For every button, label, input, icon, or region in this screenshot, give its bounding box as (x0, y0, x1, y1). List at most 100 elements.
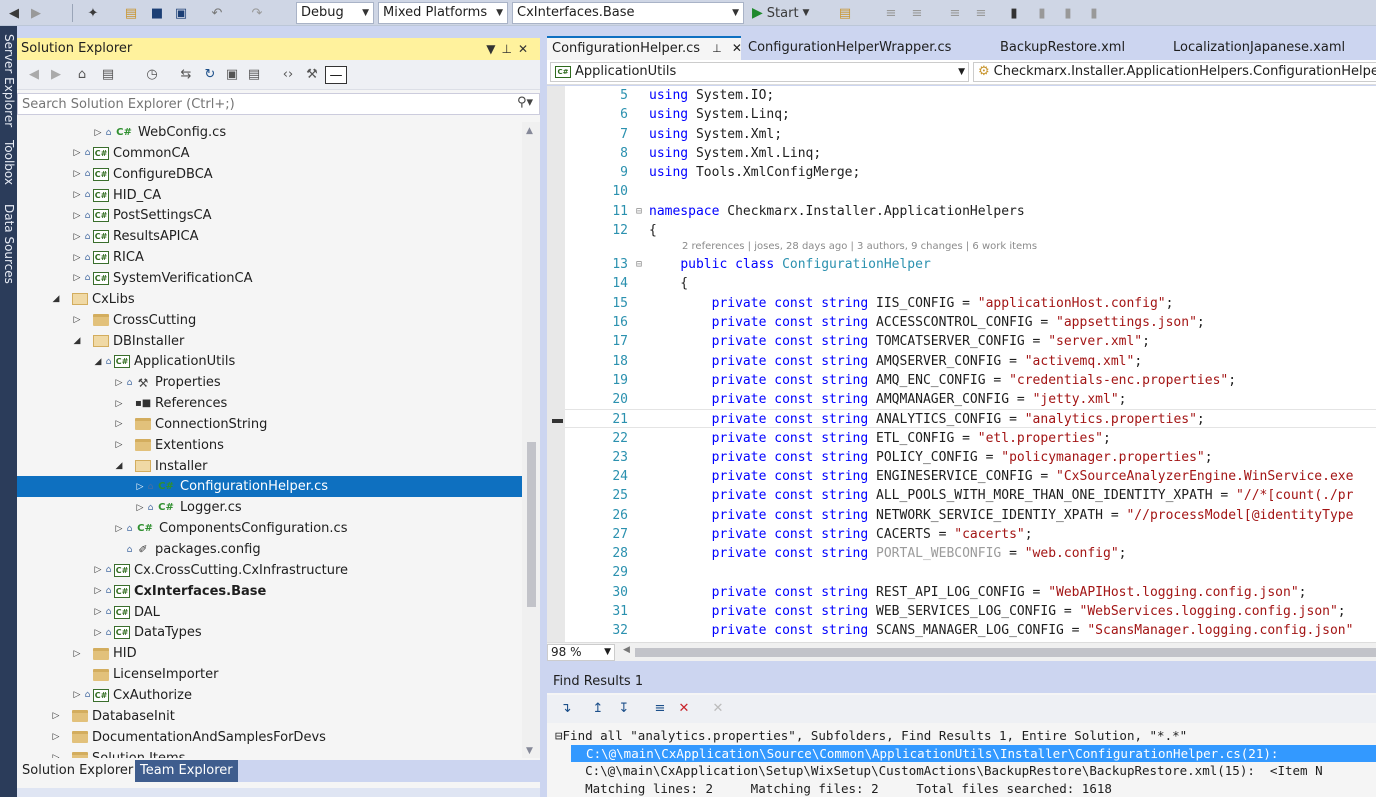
collapse-region-icon[interactable]: ⊟ (636, 255, 646, 274)
tree-item[interactable]: ▷ Solution Items (17, 748, 522, 758)
scrollbar-thumb[interactable] (527, 442, 536, 607)
code-line[interactable]: 32 private const string SCANS_MANAGER_LO… (565, 621, 1376, 640)
uncomment-icon[interactable]: ≡ (972, 3, 990, 23)
pin-icon[interactable]: ⊥ (501, 42, 517, 56)
tab-team-explorer[interactable]: Team Explorer (135, 760, 238, 782)
code-line[interactable]: 27 private const string CACERTS = "cacer… (565, 525, 1376, 544)
tree-item[interactable]: ▷ ⌂ C# ConfigureDBCA (17, 164, 522, 185)
expand-arrow-icon[interactable]: ▷ (71, 190, 83, 200)
code-line[interactable]: 25 private const string ALL_POOLS_WITH_M… (565, 486, 1376, 505)
collapse-arrow-icon[interactable]: ◢ (92, 357, 104, 367)
tree-item[interactable]: ▷ ⌂ C# ComponentsConfiguration.cs (17, 518, 522, 539)
expand-arrow-icon[interactable]: ▷ (134, 482, 146, 492)
project-dropdown[interactable]: C# ApplicationUtils ▼ (550, 62, 969, 82)
solution-explorer-titlebar[interactable]: Solution Explorer ▼⊥✕ (17, 38, 540, 60)
view-code-icon[interactable]: ‹› (279, 66, 297, 84)
refresh-icon[interactable]: ↻ (201, 66, 219, 84)
window-position-icon[interactable]: ▼ (486, 42, 501, 56)
clear-bookmarks-icon[interactable]: ▮ (1086, 3, 1102, 23)
expand-arrow-icon[interactable]: ▷ (71, 690, 83, 700)
tree-item[interactable]: ▷ Extentions (17, 435, 522, 456)
tree-item[interactable]: ▷ CrossCutting (17, 310, 522, 331)
search-icon[interactable]: ⚲▾ (517, 95, 533, 110)
search-input[interactable] (18, 94, 488, 114)
expand-arrow-icon[interactable]: ▷ (50, 732, 62, 742)
code-line[interactable]: 29 (565, 563, 1376, 582)
tree-item[interactable]: ▷ ⌂ C# Cx.CrossCutting.CxInfrastructure (17, 560, 522, 581)
tree-item[interactable]: ▷ ⌂ C# WebConfig.cs (17, 122, 522, 143)
data-sources-tab[interactable]: Data Sources (2, 204, 16, 284)
navigate-forward-icon[interactable]: ▶ (28, 3, 44, 23)
collapse-arrow-icon[interactable]: ◢ (71, 336, 83, 346)
code-line[interactable]: 16 private const string ACCESSCONTROL_CO… (565, 313, 1376, 332)
switch-views-icon[interactable]: ▤ (99, 66, 117, 84)
expand-arrow-icon[interactable]: ▷ (71, 148, 83, 158)
tree-item[interactable]: ▷ ⌂ C# DAL (17, 602, 522, 623)
start-debugging-button[interactable]: ▶ Start ▼ (752, 3, 826, 23)
outdent-icon[interactable]: ≡ (908, 3, 926, 23)
code-line[interactable]: 18 private const string AMQSERVER_CONFIG… (565, 352, 1376, 371)
codelens-info[interactable]: 2 references | joses, 28 days ago | 3 au… (682, 241, 1037, 252)
tree-item[interactable]: ▷ ⌂ C# CxAuthorize (17, 685, 522, 706)
startup-project-combo[interactable]: CxInterfaces.Base ▼ (512, 2, 744, 24)
code-line[interactable]: 17 private const string TOMCATSERVER_CON… (565, 332, 1376, 351)
undo-icon[interactable]: ↶ (208, 3, 226, 23)
tree-item[interactable]: ▷ HID (17, 643, 522, 664)
tree-item[interactable]: ◢ Installer (17, 456, 522, 477)
code-line[interactable]: 10 (565, 182, 1376, 201)
tree-item[interactable]: ▷ ⌂ C# HID_CA (17, 185, 522, 206)
find-summary-line[interactable]: Matching lines: 2 Matching files: 2 Tota… (555, 780, 1376, 797)
tree-item[interactable]: ◢ ⌂ C# ApplicationUtils (17, 351, 522, 372)
tab-configurationhelperwrapper-cs[interactable]: ConfigurationHelperWrapper.cs (743, 36, 973, 60)
close-icon[interactable]: ✕ (518, 42, 534, 56)
cancel-icon[interactable]: ✕ (709, 700, 727, 718)
expand-arrow-icon[interactable]: ▷ (92, 586, 104, 596)
previous-bookmark-icon[interactable]: ▮ (1034, 3, 1050, 23)
expand-arrow-icon[interactable]: ▷ (71, 211, 83, 221)
expand-arrow-icon[interactable]: ▷ (71, 253, 83, 263)
tree-item[interactable]: ▷ ⌂ C# ResultsAPICA (17, 226, 522, 247)
stop-find-icon[interactable]: ✕ (675, 700, 693, 718)
tree-item[interactable]: LicenseImporter (17, 664, 522, 685)
sync-with-active-document-icon[interactable]: ⇆ (177, 66, 195, 84)
tree-item[interactable]: ▷ ⌂ C# CommonCA (17, 143, 522, 164)
tree-item[interactable]: ▷ ⌂ C# CxInterfaces.Base (17, 581, 522, 602)
pin-icon[interactable]: ⊥ (712, 42, 722, 55)
tree-item[interactable]: ▷ ⌂ C# SystemVerificationCA (17, 268, 522, 289)
code-line[interactable]: 22 private const string ETL_CONFIG = "et… (565, 429, 1376, 448)
code-line[interactable]: 11 ⊟ namespace Checkmarx.Installer.Applica… (565, 202, 1376, 221)
zoom-level-combo[interactable]: 98 % ▼ (547, 644, 615, 661)
properties-wrench-icon[interactable]: ⚒ (303, 66, 321, 84)
close-tab-icon[interactable]: ✕ (732, 41, 742, 55)
tree-item[interactable]: ▷ DatabaseInit (17, 706, 522, 727)
forward-icon[interactable]: ▶ (47, 66, 65, 84)
scroll-left-icon[interactable]: ◀ (623, 645, 630, 655)
find-result-line[interactable]: C:\@\main\CxApplication\Setup\WixSetup\C… (555, 762, 1376, 779)
find-in-files-icon[interactable]: ▤ (836, 3, 854, 23)
tree-item[interactable]: ▷ DocumentationAndSamplesForDevs (17, 727, 522, 748)
tree-item[interactable]: ▷ ▪■ References (17, 393, 522, 414)
code-line[interactable]: 19 private const string AMQ_ENC_CONFIG =… (565, 371, 1376, 390)
horizontal-scrollbar[interactable] (635, 648, 1376, 657)
expand-arrow-icon[interactable]: ▷ (71, 232, 83, 242)
code-line[interactable]: 6 using System.Linq; (565, 105, 1376, 124)
redo-icon[interactable]: ↷ (248, 3, 266, 23)
collapse-arrow-icon[interactable]: ◢ (113, 461, 125, 471)
expand-arrow-icon[interactable]: ▷ (92, 628, 104, 638)
code-line[interactable]: 5 using System.IO; (565, 86, 1376, 105)
expand-arrow-icon[interactable]: ▷ (113, 399, 125, 409)
find-result-line[interactable]: C:\@\main\CxApplication\Source\Common\Ap… (571, 744, 1376, 762)
pending-changes-filter-icon[interactable]: ◷ (143, 66, 161, 84)
preview-selected-items-icon[interactable]: — (325, 66, 347, 84)
next-result-icon[interactable]: ↧ (615, 700, 633, 718)
back-icon[interactable]: ◀ (25, 66, 43, 84)
tree-item[interactable]: ▷ ⌂ ⚒ Properties (17, 372, 522, 393)
code-line[interactable]: 12 { (565, 221, 1376, 240)
collapse-arrow-icon[interactable]: ◢ (50, 294, 62, 304)
expand-arrow-icon[interactable]: ▷ (92, 128, 104, 138)
code-line[interactable]: 26 private const string NETWORK_SERVICE_… (565, 506, 1376, 525)
comment-icon[interactable]: ≡ (946, 3, 964, 23)
collapse-group-icon[interactable]: ⊟ (555, 728, 563, 743)
collapse-region-icon[interactable]: ⊟ (636, 202, 646, 221)
collapse-all-icon[interactable]: ▣ (223, 66, 241, 84)
